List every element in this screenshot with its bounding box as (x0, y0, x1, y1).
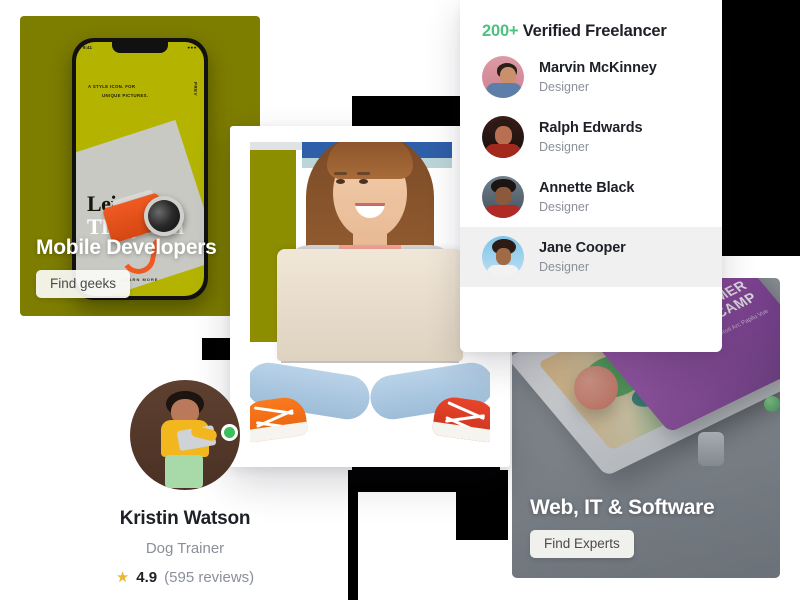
freelancer-name: Ralph Edwards (539, 120, 643, 136)
rating-score: 4.9 (136, 569, 158, 586)
card-web-title: Web, IT & Software (530, 496, 715, 519)
freelancer-name: Marvin McKinney (539, 60, 657, 76)
laptop (277, 249, 463, 361)
find-geeks-button[interactable]: Find geeks (36, 270, 131, 298)
freelancer-row-selected[interactable]: Jane Cooper Designer (460, 227, 722, 287)
avatar (482, 236, 524, 278)
freelancer-role: Designer (539, 260, 590, 274)
freelancer-name: Jane Cooper (539, 240, 626, 256)
person-eye-right (359, 179, 368, 184)
phone-side-label: PREV (193, 82, 198, 97)
freelancer-role: Designer (539, 140, 590, 154)
phone-status-time: 9:41 (83, 45, 93, 50)
panel-heading-count: 200+ (482, 22, 519, 40)
profile-role: Dog Trainer (145, 540, 225, 557)
card-mobile-caption: Mobile Developers Find geeks (36, 236, 217, 298)
card-web-caption: Web, IT & Software Find Experts (530, 496, 715, 558)
profile-rating: ★ 4.9 (595 reviews) (60, 569, 310, 586)
panel-heading-label: Verified Freelancer (518, 22, 667, 40)
card-mobile-title: Mobile Developers (36, 236, 217, 259)
freelancer-row[interactable]: Marvin McKinney Designer (460, 47, 722, 107)
decorative-block-l-arm (456, 470, 508, 540)
avatar (482, 116, 524, 158)
decorative-block-l-stem (348, 470, 358, 600)
online-status-dot (221, 424, 238, 441)
find-experts-button[interactable]: Find Experts (530, 530, 634, 558)
phone-tagline-line2: UNIQUE PICTURES. (102, 93, 149, 99)
decorative-square-a (202, 338, 232, 360)
decorative-block-right (718, 0, 800, 256)
freelancer-info: Jane Cooper Designer (539, 240, 626, 274)
phone-status-icons: ●●● (187, 45, 197, 50)
profile-name: Kristin Watson (119, 508, 251, 529)
avatar (482, 56, 524, 98)
hero-collage: 9:41 ●●● A STYLE ICON. FOR UNIQUE PICTUR… (0, 0, 800, 600)
freelancer-info: Marvin McKinney Designer (539, 60, 657, 94)
phone-tagline-line1: A STYLE ICON. FOR (88, 84, 136, 89)
freelancer-row[interactable]: Ralph Edwards Designer (460, 107, 722, 167)
sneaker-sole-right (431, 421, 490, 444)
profile-card-kristin-watson: Kristin Watson Dog Trainer ★ 4.9 (595 re… (60, 380, 310, 586)
star-icon: ★ (115, 569, 130, 586)
phone-notch (112, 42, 168, 53)
person-eye-left (336, 179, 345, 184)
freelancer-row[interactable]: Annette Black Designer (460, 167, 722, 227)
person-brow-left (334, 172, 347, 175)
freelancer-info: Ralph Edwards Designer (539, 120, 643, 154)
profile-avatar-wrap (130, 380, 240, 490)
panel-heading: 200+ Verified Freelancer (460, 22, 722, 47)
freelancer-role: Designer (539, 80, 590, 94)
rating-reviews-count: (595 reviews) (164, 569, 255, 586)
sneaker-right (431, 394, 490, 444)
avatar (482, 176, 524, 218)
person-brow-right (357, 172, 370, 175)
freelancer-role: Designer (539, 200, 590, 214)
phone-tagline: A STYLE ICON. FOR UNIQUE PICTURES. (88, 82, 174, 100)
freelancer-name: Annette Black (539, 180, 635, 196)
freelancer-info: Annette Black Designer (539, 180, 635, 214)
panel-verified-freelancers: 200+ Verified Freelancer Marvin McKinney… (460, 0, 722, 352)
